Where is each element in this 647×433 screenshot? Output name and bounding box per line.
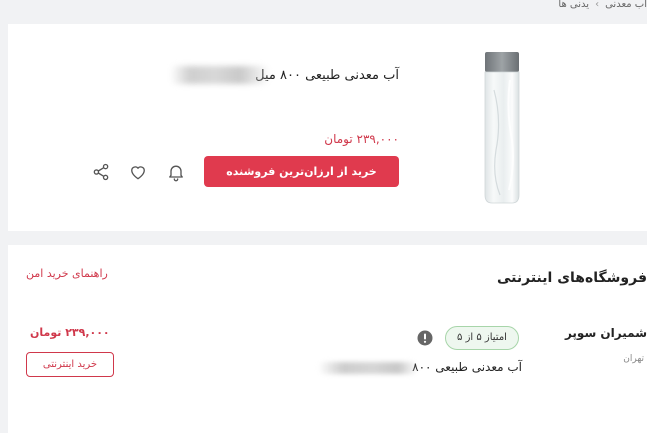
buy-online-button[interactable]: خرید اینترنتی (26, 352, 114, 377)
seller-rating-badge[interactable]: امتیاز ۵ از ۵ (445, 326, 519, 350)
seller-city: تهران (623, 354, 644, 364)
breadcrumb-separator-icon: ‹ (595, 0, 600, 10)
seller-name[interactable]: شمیران سوپر (565, 326, 647, 340)
heart-icon[interactable] (127, 161, 149, 183)
share-icon[interactable] (90, 161, 112, 183)
online-stores-title: فروشگاه‌های اینترنتی (496, 270, 647, 286)
breadcrumb-item-current[interactable]: آب معدنی (605, 0, 647, 10)
breadcrumb: یدنی ها ‹ آب معدنی (558, 0, 647, 12)
buy-from-cheapest-seller-button[interactable]: خرید از ارزان‌ترین فروشنده (204, 156, 399, 187)
offer-price: ۲۳۹,۰۰۰ تومان (30, 326, 110, 339)
safe-purchase-guide-link[interactable]: راهنمای خرید امن (26, 267, 108, 280)
product-title: آب معدنی طبیعی ۸۰۰ میل (255, 68, 399, 83)
product-price: ۲۳۹,۰۰۰ تومان (324, 132, 399, 146)
water-bottle-image (482, 50, 522, 205)
breadcrumb-item-category[interactable]: یدنی ها (558, 0, 589, 10)
product-card (8, 24, 647, 231)
blurred-product-name (170, 66, 270, 84)
info-exclamation-icon[interactable] (417, 330, 433, 346)
bell-icon[interactable] (165, 161, 187, 183)
offer-product-title[interactable]: آب معدنی طبیعی ۸۰۰ (412, 360, 522, 374)
blurred-offer-name (318, 362, 418, 374)
